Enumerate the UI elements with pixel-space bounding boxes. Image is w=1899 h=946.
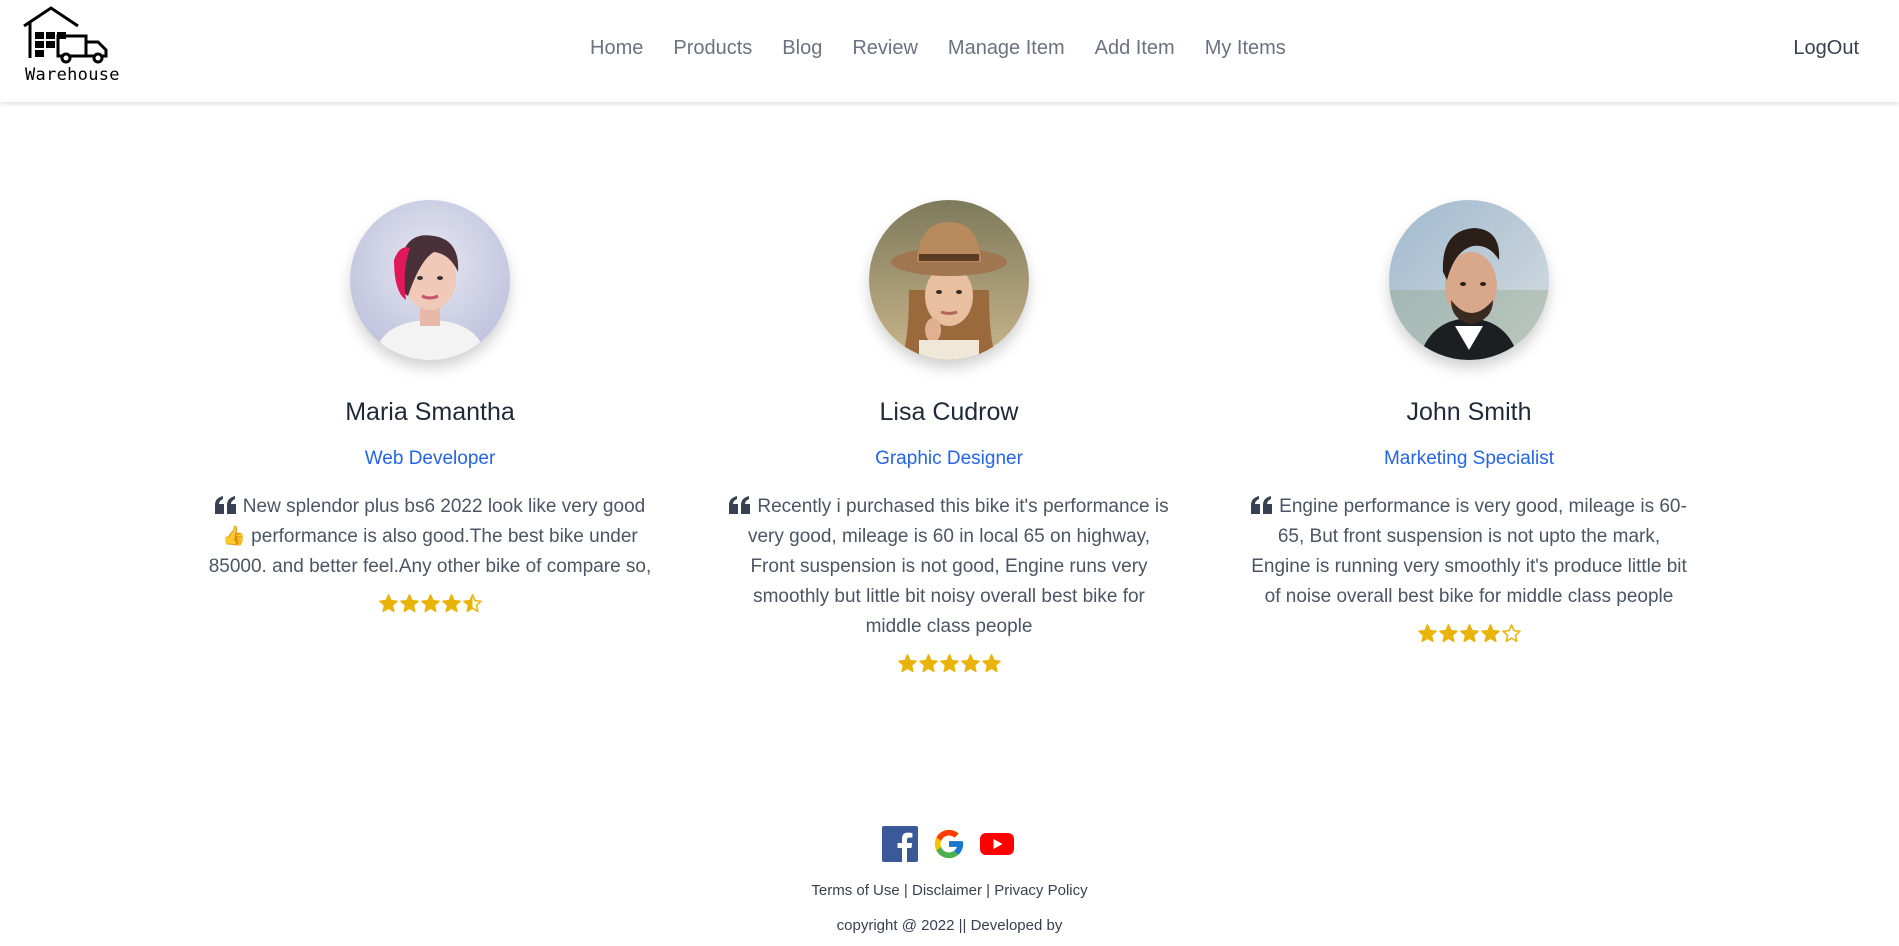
star-full-icon: [1417, 624, 1437, 643]
star-full-icon: [939, 654, 959, 673]
social-icons: [882, 826, 1014, 867]
nav-review[interactable]: Review: [852, 37, 918, 60]
star-rating: [190, 594, 670, 613]
review-text: Engine performance is very good, mileage…: [1251, 496, 1687, 607]
star-full-icon: [897, 654, 917, 673]
star-full-icon: [399, 594, 419, 613]
star-rating: [1229, 624, 1709, 643]
star-empty-icon: [1501, 624, 1521, 643]
nav-links: Home Products Blog Review Manage Item Ad…: [590, 37, 1316, 60]
facebook-icon[interactable]: [882, 826, 918, 867]
star-full-icon: [441, 594, 461, 613]
star-full-icon: [918, 654, 938, 673]
youtube-icon[interactable]: [980, 831, 1014, 862]
navbar: Warehouse Home Products Blog Review Mana…: [0, 0, 1899, 102]
review-quote: Engine performance is very good, mileage…: [1229, 492, 1709, 612]
avatar: [1389, 200, 1549, 360]
star-full-icon: [981, 654, 1001, 673]
review-card: Maria Smantha Web Developer New splendor…: [190, 200, 670, 613]
nav-blog[interactable]: Blog: [782, 37, 822, 60]
separator: |: [986, 882, 991, 899]
nav-products[interactable]: Products: [673, 37, 752, 60]
review-quote: Recently i purchased this bike it's perf…: [709, 492, 1189, 642]
nav-manage-item[interactable]: Manage Item: [948, 37, 1065, 60]
star-full-icon: [1480, 624, 1500, 643]
review-quote: New splendor plus bs6 2022 look like ver…: [190, 492, 670, 582]
star-full-icon: [378, 594, 398, 613]
reviewer-role: Graphic Designer: [875, 448, 1023, 469]
reviewer-name: Maria Smantha: [345, 398, 515, 426]
google-icon[interactable]: [932, 827, 966, 866]
privacy-link[interactable]: Privacy Policy: [994, 882, 1087, 899]
separator: |: [903, 882, 908, 899]
nav-add-item[interactable]: Add Item: [1095, 37, 1175, 60]
quote-icon: [214, 496, 236, 514]
reviewer-role: Web Developer: [364, 448, 496, 469]
star-full-icon: [1438, 624, 1458, 643]
warehouse-truck-icon: [23, 6, 108, 64]
star-rating: [709, 654, 1189, 673]
avatar: [350, 200, 510, 360]
quote-icon: [1251, 496, 1273, 514]
star-full-icon: [1459, 624, 1479, 643]
star-full-icon: [420, 594, 440, 613]
nav-home[interactable]: Home: [590, 37, 643, 60]
star-full-icon: [960, 654, 980, 673]
review-card: Lisa Cudrow Graphic Designer Recently i …: [709, 200, 1189, 673]
brand-name: Warehouse: [25, 65, 120, 85]
brand-logo[interactable]: Warehouse: [22, 6, 132, 90]
nav-my-items[interactable]: My Items: [1205, 37, 1286, 60]
review-text: Recently i purchased this bike it's perf…: [747, 496, 1169, 637]
reviewer-name: John Smith: [1406, 398, 1532, 426]
quote-icon: [729, 496, 751, 514]
footer-links: Terms of Use | Disclaimer | Privacy Poli…: [0, 882, 1899, 899]
avatar: [869, 200, 1029, 360]
review-text: New splendor plus bs6 2022 look like ver…: [208, 496, 652, 577]
logout-link[interactable]: LogOut: [1793, 37, 1859, 60]
reviewer-name: Lisa Cudrow: [879, 398, 1019, 426]
copyright-text: copyright @ 2022 || Developed by: [836, 917, 1063, 934]
star-half-icon: [462, 594, 482, 613]
disclaimer-link[interactable]: Disclaimer: [912, 882, 982, 899]
review-card: John Smith Marketing Specialist Engine p…: [1229, 200, 1709, 643]
terms-link[interactable]: Terms of Use: [811, 882, 899, 899]
reviewer-role: Marketing Specialist: [1383, 448, 1555, 469]
